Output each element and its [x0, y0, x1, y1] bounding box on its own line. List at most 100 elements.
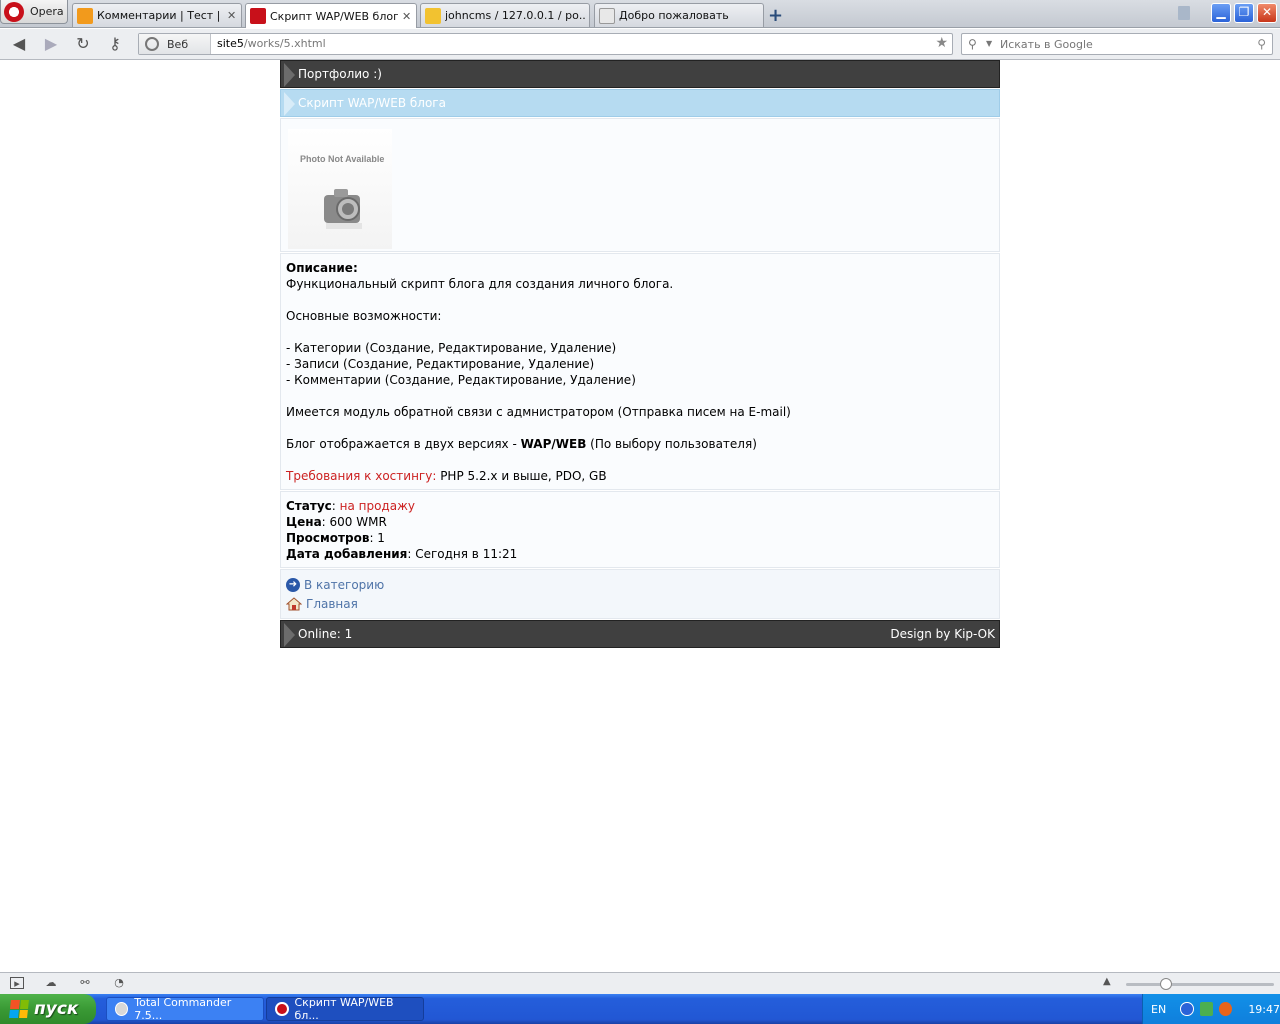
feature-item: - Комментарии (Создание, Редактирование,… [286, 373, 636, 387]
price-value: : 600 WMR [321, 515, 387, 529]
close-window-button[interactable]: ✕ [1257, 3, 1277, 23]
opera-logo-icon [4, 1, 24, 22]
features-title: Основные возможности: [286, 309, 442, 323]
search-input[interactable] [1000, 36, 1240, 52]
versions-suffix: (По выбору пользователя) [586, 437, 757, 451]
views-label: Просмотров [286, 531, 370, 545]
trash-icon[interactable] [1178, 6, 1190, 20]
hosting-requirements: Требования к хостингу: PHP 5.2.x и выше,… [286, 468, 994, 484]
home-icon [286, 596, 302, 610]
taskbar-item-opera[interactable]: Скрипт WAP/WEB бл... [266, 996, 424, 1022]
key-icon[interactable]: ⚷ [104, 34, 126, 54]
opera-task-icon [275, 1002, 289, 1016]
feature-item: - Категории (Создание, Редактирование, У… [286, 341, 617, 355]
zoom-slider-track[interactable] [1126, 983, 1274, 986]
versions-bold: WAP/WEB [520, 437, 587, 451]
zoom-slider-thumb[interactable] [1160, 978, 1172, 990]
design-credit: Design by Kip-OK [890, 627, 995, 641]
turbo-icon[interactable]: ◔ [112, 977, 126, 989]
task-label: Total Commander 7.5... [134, 996, 232, 1022]
reload-icon[interactable]: ↻ [72, 34, 94, 54]
tab-title: johncms / 127.0.0.1 / ро... [445, 9, 585, 22]
date-label: Дата добавления [286, 547, 408, 561]
browser-status-bar: ▸ ☁ ⚯ ◔ ▲ [0, 972, 1280, 994]
views-row: Просмотров: 1 [286, 530, 994, 546]
page-subheader: Скрипт WAP/WEB блога [280, 89, 1000, 117]
url-badge-label: Веб [167, 37, 189, 51]
camera-icon [324, 189, 362, 229]
opera-favicon-icon [250, 8, 266, 24]
page-footer: Online: 1 Design by Kip-OK [280, 620, 1000, 648]
minimize-button[interactable]: ▁ [1211, 3, 1231, 23]
page-header: Портфолио :) [280, 60, 1000, 88]
view-options-icon[interactable]: ▲ [1103, 976, 1111, 987]
url-text[interactable]: site5/works/5.xhtml [217, 37, 326, 50]
globe-icon [145, 37, 159, 51]
hosting-value: PHP 5.2.x и выше, PDO, GB [436, 469, 607, 483]
tab-close-icon[interactable]: ✕ [227, 9, 237, 22]
status-value: на продажу [339, 499, 415, 513]
tab-title: Добро пожаловать [619, 9, 729, 22]
search-field[interactable]: ⚲ ▼ ⚲ [961, 33, 1273, 55]
network-flag-icon[interactable] [1199, 1002, 1213, 1016]
info-panel: Статус: на продажу Цена: 600 WMR Просмот… [280, 491, 1000, 568]
tab-title: Скрипт WAP/WEB блога [270, 9, 398, 23]
browser-tab-welcome[interactable]: Добро пожаловать [594, 3, 764, 27]
category-link-row: ➜ В категорию [286, 575, 994, 594]
url-security-badge[interactable]: Веб [139, 34, 211, 54]
address-field[interactable]: Веб site5/works/5.xhtml ★ [138, 33, 953, 55]
views-value: : 1 [369, 531, 385, 545]
photo-placeholder[interactable]: Photo Not Available [288, 129, 392, 249]
browser-tab-bar: Opera Комментарии | Тест | Н... ✕ Скрипт… [0, 0, 1280, 28]
clock[interactable]: 19:47 [1248, 1003, 1280, 1016]
url-path: /works/5.xhtml [243, 37, 326, 50]
versions-prefix: Блог отображается в двух версиях - [286, 437, 521, 451]
new-tab-button[interactable]: + [768, 5, 783, 26]
opera-menu-label: Opera [30, 5, 64, 18]
hosting-label: Требования к хостингу: [286, 469, 437, 483]
opera-menu-button[interactable]: Opera [0, 0, 68, 24]
status-row: Статус: на продажу [286, 499, 415, 513]
windows-logo-icon [9, 1000, 29, 1018]
opera-unite-cloud-icon[interactable]: ☁ [44, 977, 58, 989]
browser-address-toolbar: ◀ ▶ ↻ ⚷ Веб site5/works/5.xhtml ★ ⚲ ▼ ⚲ [0, 29, 1280, 60]
photo-panel: Photo Not Available [280, 118, 1000, 252]
versions-text: Блог отображается в двух версиях - WAP/W… [286, 436, 994, 452]
circle-arrow-icon: ➜ [286, 577, 300, 592]
total-commander-icon [115, 1002, 129, 1016]
description-panel: Описание: Функциональный скрипт блога дл… [280, 253, 1000, 490]
online-count: Online: 1 [298, 627, 353, 641]
opera-link-icon[interactable]: ⚯ [78, 977, 92, 989]
browser-tab-comments[interactable]: Комментарии | Тест | Н... ✕ [72, 3, 242, 27]
page-favicon-icon [599, 7, 615, 24]
browser-tab-johncms[interactable]: johncms / 127.0.0.1 / ро... [420, 3, 590, 27]
price-label: Цена [286, 515, 322, 529]
browser-tab-blog-script[interactable]: Скрипт WAP/WEB блога ✕ [245, 3, 417, 28]
tray-app-icon[interactable] [1218, 1002, 1233, 1016]
description-intro: Функциональный скрипт блога для создания… [286, 277, 674, 291]
forward-arrow-icon[interactable]: ▶ [40, 34, 62, 54]
home-link[interactable]: Главная [306, 596, 358, 612]
pf-favicon-icon [77, 7, 93, 24]
url-host: site5 [217, 37, 244, 50]
language-indicator[interactable]: EN [1151, 1003, 1166, 1016]
tab-title: Комментарии | Тест | Н... [97, 9, 223, 22]
search-icon: ⚲ [968, 37, 977, 51]
restore-button[interactable]: ❐ [1234, 3, 1254, 23]
tray-expand-icon[interactable] [1180, 1002, 1194, 1016]
back-arrow-icon[interactable]: ◀ [8, 34, 30, 54]
panel-toggle-icon[interactable]: ▸ [10, 977, 24, 990]
start-button[interactable]: пуск [0, 994, 96, 1024]
search-engine-dropdown-icon[interactable]: ▼ [986, 39, 992, 48]
price-row: Цена: 600 WMR [286, 514, 994, 530]
task-label: Скрипт WAP/WEB бл... [294, 996, 394, 1022]
nav-links-panel: ➜ В категорию Главная [280, 569, 1000, 619]
bookmark-star-icon[interactable]: ★ [935, 35, 948, 51]
photo-not-available-text: Photo Not Available [300, 154, 385, 164]
search-go-icon[interactable]: ⚲ [1257, 37, 1266, 51]
feature-item: - Записи (Создание, Редактирование, Удал… [286, 357, 595, 371]
taskbar-item-total-commander[interactable]: Total Commander 7.5... [106, 996, 264, 1022]
page-subheader-title: Скрипт WAP/WEB блога [298, 96, 446, 110]
category-link[interactable]: В категорию [304, 577, 384, 593]
tab-close-icon[interactable]: ✕ [402, 10, 412, 23]
